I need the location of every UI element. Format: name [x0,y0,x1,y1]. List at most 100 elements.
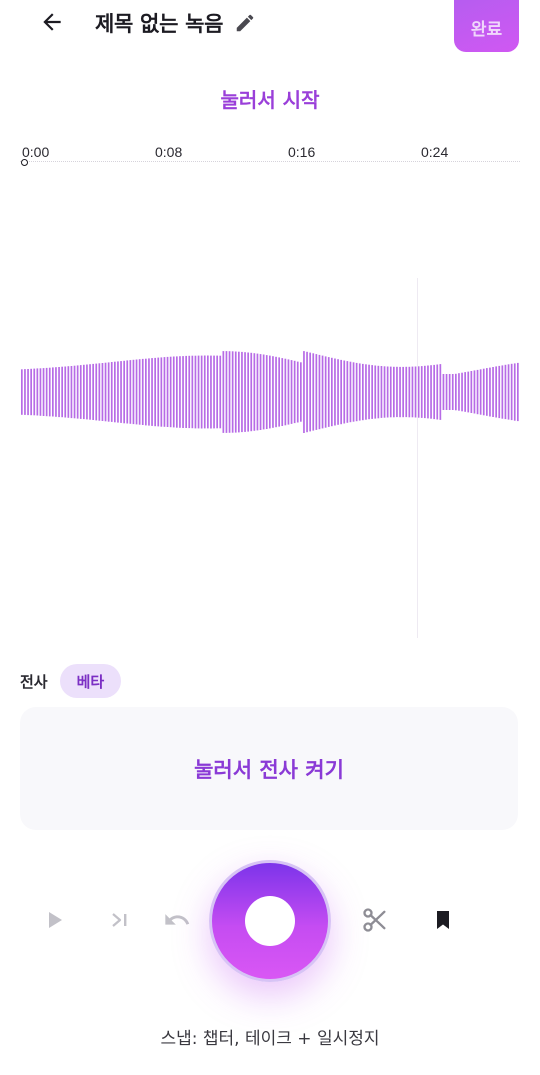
waveform-bar [55,367,57,417]
waveform-bar [439,364,442,420]
waveform-bar [238,351,240,433]
waveform-bar [176,356,178,428]
undo-button[interactable] [157,900,197,940]
waveform-bar [228,351,231,433]
waveform-bar [179,356,181,428]
tap-to-start-label[interactable]: 눌러서 시작 [0,84,540,113]
waveform-bar [70,366,73,419]
play-button[interactable] [34,900,74,940]
waveform-bar [30,368,32,416]
waveform-bar [163,357,166,427]
back-button[interactable] [36,6,68,38]
waveform-bar [262,354,265,430]
bookmark-button[interactable] [423,900,463,940]
enable-transcript-button[interactable]: 눌러서 전사 켜기 [194,754,344,784]
waveform-bar [337,359,339,425]
waveform-bar [461,372,463,412]
waveform-bar [479,369,482,415]
waveform-divider [417,278,418,638]
arrow-left-icon [43,13,61,31]
waveform-bar [451,374,454,410]
waveform-bar [448,374,451,410]
waveform-bar [222,351,225,433]
waveform-bar [64,366,67,418]
waveform-bar [486,368,488,416]
waveform-bar [517,362,519,422]
cut-button[interactable] [355,900,395,940]
waveform-bar [120,361,122,423]
waveform-bar [321,355,324,429]
transcript-card[interactable]: 눌러서 전사 켜기 [20,707,518,830]
waveform-bar [290,360,293,424]
waveform-bar [470,371,473,413]
waveform-bar [207,355,209,429]
pencil-icon [236,14,254,32]
waveform-bar [365,364,367,420]
waveform-bar [402,366,404,418]
waveform-bar [318,354,321,430]
record-button[interactable] [209,860,331,982]
waveform-bar [303,351,305,433]
waveform-bar [48,367,51,417]
waveform-bar [129,360,132,424]
timeline-tick-label: 0:00 [22,144,50,160]
waveform-bar [374,365,377,419]
waveform-bar [265,355,268,429]
waveform-bar [312,353,315,431]
waveform-bar [334,358,336,426]
waveform-bar [368,364,370,420]
waveform-bar [296,361,299,423]
waveform-bar [197,355,200,429]
waveform-bar [259,354,262,430]
waveform-bar [510,363,513,421]
waveform-bar [89,364,91,420]
waveform-bar [101,363,104,421]
waveform-bar [498,365,501,419]
waveform-bar [169,356,172,428]
waveform-area[interactable] [20,176,520,636]
waveform-bar [473,370,476,414]
waveform-bar [104,362,107,422]
waveform-bar [346,361,349,423]
beta-badge: 베타 [59,664,122,698]
waveform-bar [417,366,420,418]
waveform-bar [489,367,491,417]
waveform-bar [371,365,373,419]
waveform-bar [138,359,141,425]
waveform-bar [445,374,448,410]
waveform-bar [98,363,101,421]
waveform-bar [36,368,39,416]
waveform-bar [492,367,494,417]
waveform-bar [253,353,256,431]
waveform-bar [123,360,125,424]
waveform-bar [114,361,116,423]
playhead-marker[interactable] [21,159,28,166]
waveform [21,351,519,433]
waveform-bar [182,356,184,428]
waveform-bar [110,362,113,422]
waveform-bar [430,365,432,419]
waveform-bar [151,358,153,426]
waveform-bar [76,365,79,419]
waveform-bar [355,362,358,422]
waveform-bar [157,357,160,427]
recording-title[interactable]: 제목 없는 녹음 [95,8,223,38]
waveform-bar [225,351,228,433]
skip-forward-button[interactable] [100,900,140,940]
timeline-tick-label: 0:16 [288,144,316,160]
waveform-bar [464,372,466,412]
waveform-bar [145,358,147,426]
edit-title-button[interactable] [233,11,257,35]
waveform-bar [343,360,346,424]
record-button-core [245,896,295,946]
timeline-ruler[interactable]: 0:00 0:08 0:16 0:24 [20,140,520,170]
waveform-bar [408,366,411,418]
waveform-bar [284,358,287,426]
waveform-bar [27,369,29,416]
hint-text: 스냅: 챕터, 테이크 + 일시정지 [160,1029,380,1049]
waveform-bar [203,355,206,429]
waveform-bar [272,356,274,428]
waveform-bar [61,366,63,418]
waveform-bar [117,361,119,423]
done-button[interactable]: 완료 [454,0,519,52]
